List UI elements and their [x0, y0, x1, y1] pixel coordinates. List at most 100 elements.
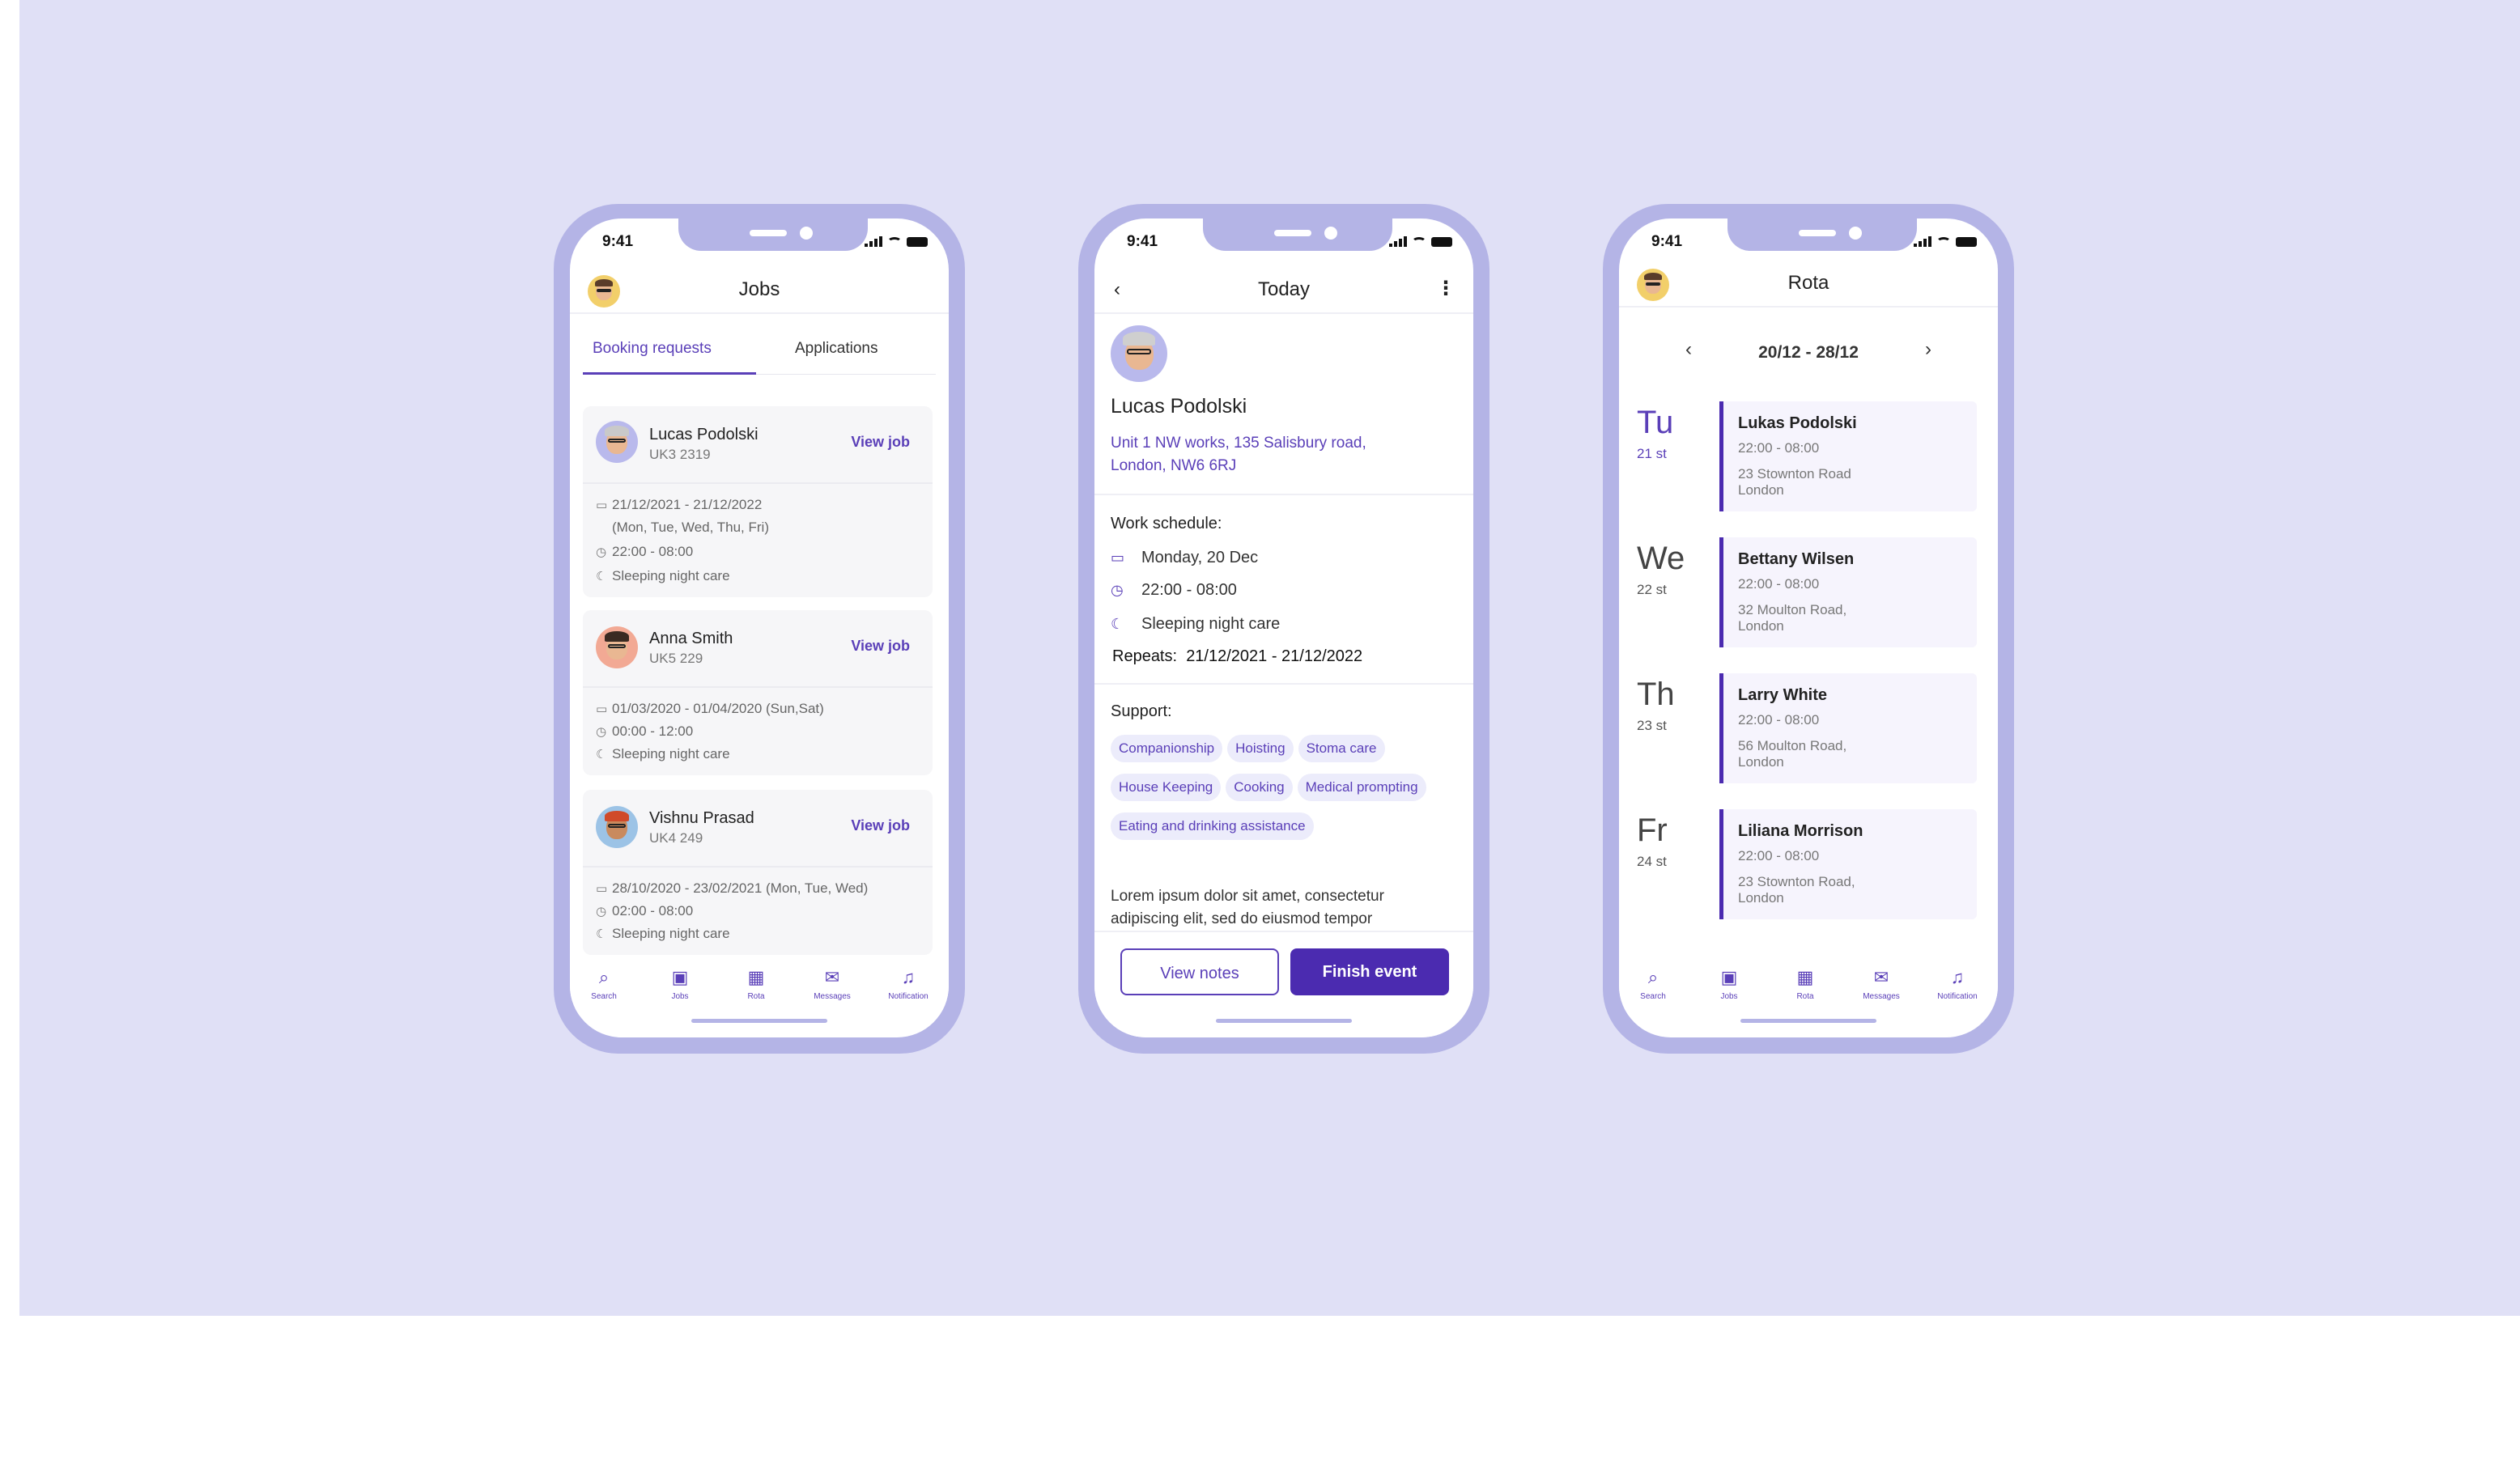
day-name: Tu	[1637, 405, 1674, 440]
notch	[678, 218, 868, 251]
candidate-id: UK3 2319	[649, 447, 711, 462]
shift-client: Liliana Morrison	[1738, 822, 1863, 840]
view-job-link[interactable]: View job	[851, 638, 910, 655]
nav-messages[interactable]: ✉ Messages	[1849, 967, 1914, 1002]
notch	[1203, 218, 1392, 251]
job-time: 00:00 - 12:00	[612, 723, 694, 739]
rota-day: We 22 st	[1637, 541, 1685, 598]
job-card[interactable]: Vishnu Prasad UK4 249 View job ▭ 28/10/20…	[583, 790, 933, 955]
nav-rota[interactable]: ▦ Rota	[1773, 968, 1838, 1002]
home-indicator	[691, 1019, 827, 1023]
nav-rota[interactable]: ▦ Rota	[724, 968, 788, 1002]
rota-day: Fr 24 st	[1637, 812, 1668, 870]
shift-client: Larry White	[1738, 686, 1828, 704]
job-type: Sleeping night care	[612, 568, 730, 583]
home-indicator	[1740, 1019, 1876, 1023]
rota-day: Th 23 st	[1637, 677, 1675, 734]
moon-icon: ☾	[1111, 616, 1124, 632]
shift-card[interactable]: Larry White 22:00 - 08:00 56 Moulton Roa…	[1719, 673, 1977, 783]
day-name: Fr	[1637, 812, 1668, 848]
status-icons	[1914, 236, 1977, 247]
calendar-icon: ▭	[596, 498, 608, 512]
job-days: (Mon, Tue, Wed, Thu, Fri)	[612, 520, 769, 535]
avatar	[596, 626, 638, 668]
next-week-icon[interactable]: ›	[1925, 338, 1931, 361]
nav-notification[interactable]: ♫ Notification	[1925, 968, 1990, 1002]
nav-messages[interactable]: ✉ Messages	[800, 967, 865, 1002]
tab-booking-requests[interactable]: Booking requests	[593, 340, 712, 358]
support-tag: Stoma care	[1298, 735, 1385, 762]
nav-search[interactable]: ⌕ Search	[1621, 967, 1685, 1002]
calendar-icon: ▭	[596, 882, 608, 896]
nav-jobs[interactable]: ▣ Jobs	[1697, 967, 1761, 1002]
briefcase-icon: ▣	[1720, 967, 1738, 987]
moon-icon: ☾	[596, 927, 607, 941]
header: Rota	[1619, 261, 1998, 308]
support-heading: Support:	[1111, 702, 1172, 720]
view-job-link[interactable]: View job	[851, 817, 910, 834]
mail-icon: ✉	[1873, 967, 1889, 987]
more-options-icon[interactable]: ⋮	[1436, 277, 1455, 300]
candidate-name: Lucas Podolski	[649, 426, 759, 443]
shift-address: 56 Moulton Road, London	[1738, 738, 1847, 770]
job-card[interactable]: Anna Smith UK5 229 View job ▭ 01/03/2020 …	[583, 610, 933, 775]
status-icons	[1389, 236, 1452, 247]
status-time: 9:41	[602, 233, 634, 250]
active-tab-indicator	[583, 372, 756, 375]
day-date: 23 st	[1637, 718, 1667, 733]
repeats-label: Repeats:	[1112, 647, 1178, 665]
client-avatar	[1111, 325, 1167, 382]
page-title: Rota	[1787, 272, 1829, 294]
job-dates: 01/03/2020 - 01/04/2020 (Sun,Sat)	[612, 701, 824, 716]
phone-event: 9:41 ‹ Today ⋮ Lucas Podolski Unit 1 NW …	[1078, 204, 1489, 1054]
nav-jobs[interactable]: ▣ Jobs	[648, 968, 712, 1002]
day-date: 24 st	[1637, 854, 1667, 869]
day-date: 22 st	[1637, 582, 1667, 597]
home-indicator	[1216, 1019, 1352, 1023]
phone-rota: 9:41 Rota ‹ 20/12 - 28/12 › Tu 21 st Luk…	[1603, 204, 2014, 1054]
phone-jobs: 9:41 Jobs Booking requests Applications	[554, 204, 965, 1054]
nav-notification[interactable]: ♫ Notification	[876, 968, 941, 1002]
finish-event-button[interactable]: Finish event	[1290, 948, 1449, 995]
schedule-type: Sleeping night care	[1141, 615, 1281, 633]
shift-card[interactable]: Bettany Wilsen 22:00 - 08:00 32 Moulton …	[1719, 537, 1977, 647]
status-icons	[865, 236, 928, 247]
calendar-icon: ▭	[1111, 549, 1125, 566]
rota-screen: 9:41 Rota ‹ 20/12 - 28/12 › Tu 21 st Luk…	[1619, 218, 1998, 1037]
clock-icon: ◷	[596, 725, 607, 739]
tab-applications[interactable]: Applications	[795, 340, 878, 358]
search-icon: ⌕	[1647, 967, 1659, 987]
signal-icon	[865, 236, 882, 247]
candidate-id: UK4 249	[649, 830, 703, 846]
view-notes-button[interactable]: View notes	[1120, 948, 1279, 995]
shift-card[interactable]: Lukas Podolski 22:00 - 08:00 23 Stownton…	[1719, 401, 1977, 511]
bottom-nav: ⌕ Search ▣ Jobs ▦ Rota ✉ Messages ♫ Notificat…	[1619, 968, 1998, 1016]
battery-icon	[1431, 237, 1452, 247]
view-job-link[interactable]: View job	[851, 434, 910, 451]
jobs-screen: 9:41 Jobs Booking requests Applications	[570, 218, 949, 1037]
week-range: 20/12 - 28/12	[1758, 343, 1859, 362]
moon-icon: ☾	[596, 570, 607, 583]
nav-search[interactable]: ⌕ Search	[572, 968, 636, 1002]
clock-icon: ◷	[1111, 582, 1124, 598]
event-screen: 9:41 ‹ Today ⋮ Lucas Podolski Unit 1 NW …	[1094, 218, 1473, 1037]
job-card[interactable]: Lucas Podolski UK3 2319 View job ▭ 21/12/…	[583, 406, 933, 597]
schedule-date: Monday, 20 Dec	[1141, 549, 1259, 566]
shift-time: 22:00 - 08:00	[1738, 848, 1820, 863]
client-address[interactable]: Unit 1 NW works, 135 Salisbury road, Lon…	[1111, 432, 1366, 477]
shift-card[interactable]: Liliana Morrison 22:00 - 08:00 23 Stownt…	[1719, 809, 1977, 919]
shift-address: 23 Stownton Road, London	[1738, 874, 1855, 906]
avatar	[596, 806, 638, 848]
support-tag: Eating and drinking assistance	[1111, 812, 1314, 840]
support-tag: Companionship	[1111, 735, 1223, 762]
shift-time: 22:00 - 08:00	[1738, 440, 1820, 456]
mail-icon: ✉	[824, 967, 840, 987]
status-time: 9:41	[1127, 233, 1158, 250]
repeats-value: 21/12/2021 - 21/12/2022	[1186, 647, 1363, 665]
avatar	[596, 421, 638, 463]
wifi-icon	[1412, 237, 1426, 247]
page-title: Today	[1257, 278, 1311, 300]
shift-address: 32 Moulton Road, London	[1738, 602, 1847, 634]
signal-icon	[1389, 236, 1407, 247]
day-name: We	[1637, 541, 1685, 576]
